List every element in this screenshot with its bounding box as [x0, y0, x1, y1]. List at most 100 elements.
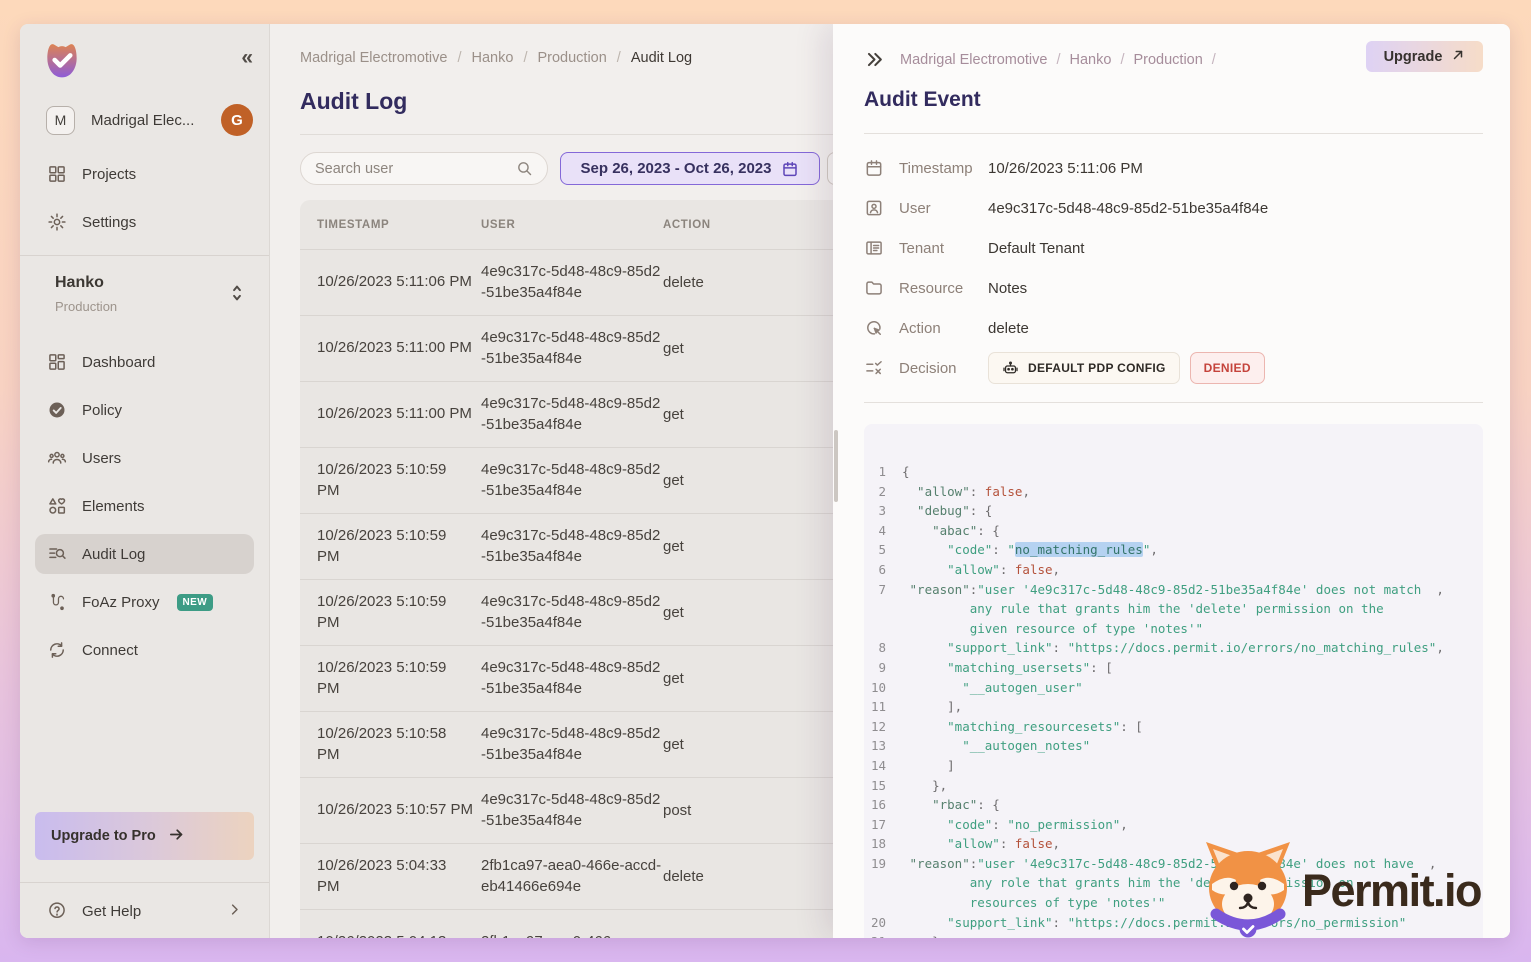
cell-timestamp: 10/26/2023 5:10:59 PM [300, 526, 481, 567]
sidebar-collapse-icon[interactable]: « [241, 46, 251, 70]
breadcrumb-item[interactable]: Audit Log [631, 50, 692, 66]
code-token: "rbac" [932, 797, 977, 812]
sidebar-item-elements[interactable]: Elements [35, 486, 254, 526]
code-token: : [1053, 640, 1068, 655]
line-number: 19 [864, 854, 902, 874]
sidebar-item-connect[interactable]: Connect [35, 630, 254, 670]
code-text: "matching_usersets": [ [902, 658, 1113, 678]
timestamp-text: 10/26/2023 5:10:59 PM [317, 593, 446, 630]
sidebar-item-label: Audit Log [82, 546, 145, 563]
line-number [864, 873, 902, 893]
code-token: "support_link" [947, 640, 1052, 655]
breadcrumb-item[interactable]: Production [537, 50, 606, 66]
line-number: 8 [864, 638, 902, 658]
code-token: : [992, 542, 1007, 557]
panel-scrollbar[interactable] [834, 430, 838, 502]
caret-updown-icon[interactable] [230, 284, 244, 307]
cell-user: 4e9c317c-5d48-48c9-85d2-51be35a4f84e [481, 328, 663, 369]
field-value: 10/26/2023 5:11:06 PM [988, 160, 1143, 177]
org-switcher[interactable]: M Madrigal Elec... G [46, 104, 253, 136]
code-token: , [1436, 640, 1444, 655]
field-label: Decision [899, 360, 988, 377]
code-line: any rule that grants him the 'delete' pe… [864, 599, 1483, 619]
code-token: "support_link" [947, 915, 1052, 930]
sidebar-item-label: Users [82, 450, 121, 467]
table-row[interactable]: 10/26/2023 5:10:59 PM4e9c317c-5d48-48c9-… [300, 580, 900, 646]
search-input[interactable]: Search user [300, 152, 548, 185]
line-number: 4 [864, 521, 902, 541]
new-badge: NEW [177, 594, 214, 611]
sidebar-item-foaz-proxy[interactable]: FoAz ProxyNEW [35, 582, 254, 622]
table-row[interactable]: 10/26/2023 5:11:00 PM4e9c317c-5d48-48c9-… [300, 382, 900, 448]
breadcrumb-item[interactable]: Hanko [1070, 52, 1112, 68]
line-number: 3 [864, 501, 902, 521]
audit-event-panel: Madrigal Electromotive/Hanko/Production/… [833, 24, 1510, 938]
sidebar-item-projects[interactable]: Projects [35, 154, 254, 194]
breadcrumb-separator: / [457, 50, 461, 66]
permit-io-watermark: Permit.io [1198, 836, 1481, 945]
table-row[interactable]: 10/26/2023 5:10:59 PM4e9c317c-5d48-48c9-… [300, 448, 900, 514]
code-token: given resource of type 'notes'" [970, 621, 1203, 636]
workspace-selector[interactable]: Hanko Production [55, 274, 254, 314]
field-value: 4e9c317c-5d48-48c9-85d2-51be35a4f84e [988, 200, 1268, 217]
upgrade-to-pro-button[interactable]: Upgrade to Pro [35, 812, 254, 860]
breadcrumb-item[interactable]: Production [1133, 52, 1202, 68]
table-row[interactable]: 10/26/2023 5:04:13 2fb1ca97-aea0-466e- [300, 910, 900, 938]
org-name: Madrigal Elec... [91, 112, 221, 129]
code-text: "support_link": "https://docs.permit.io/… [902, 638, 1444, 658]
date-range-picker[interactable]: Sep 26, 2023 - Oct 26, 2023 [560, 152, 820, 185]
arrow-right-icon [168, 826, 185, 847]
cell-timestamp: 10/26/2023 5:04:33 PM [300, 856, 481, 897]
cell-user: 4e9c317c-5d48-48c9-85d2-51be35a4f84e [481, 262, 663, 303]
field-label: Action [899, 320, 988, 337]
sidebar-item-dashboard[interactable]: Dashboard [35, 342, 254, 382]
cell-user: 4e9c317c-5d48-48c9-85d2-51be35a4f84e [481, 460, 663, 501]
code-token: : [1000, 562, 1015, 577]
cell-user: 4e9c317c-5d48-48c9-85d2-51be35a4f84e [481, 658, 663, 699]
sidebar-item-settings[interactable]: Settings [35, 202, 254, 242]
table-row[interactable]: 10/26/2023 5:11:00 PM4e9c317c-5d48-48c9-… [300, 316, 900, 382]
get-help-button[interactable]: Get Help [35, 891, 254, 931]
page-title: Audit Log [300, 88, 407, 115]
chip-label: DEFAULT PDP CONFIG [1028, 361, 1166, 375]
upgrade-button[interactable]: Upgrade [1366, 41, 1483, 72]
table-row[interactable]: 10/26/2023 5:11:06 PM4e9c317c-5d48-48c9-… [300, 250, 900, 316]
double-chevron-right-icon[interactable] [865, 50, 884, 69]
line-number: 14 [864, 756, 902, 776]
user-avatar[interactable]: G [221, 104, 253, 136]
sidebar-item-users[interactable]: Users [35, 438, 254, 478]
breadcrumb-item[interactable]: Hanko [472, 50, 514, 66]
table-row[interactable]: 10/26/2023 5:10:59 PM4e9c317c-5d48-48c9-… [300, 646, 900, 712]
code-token: false [985, 484, 1023, 499]
user-id-text: 2fb1ca97-aea0-466e- [481, 933, 624, 938]
cell-timestamp: 10/26/2023 5:10:59 PM [300, 658, 481, 699]
users-icon [47, 448, 67, 468]
table-row[interactable]: 10/26/2023 5:10:59 PM4e9c317c-5d48-48c9-… [300, 514, 900, 580]
table-row[interactable]: 10/26/2023 5:10:58 PM4e9c317c-5d48-48c9-… [300, 712, 900, 778]
timestamp-text: 10/26/2023 5:04:13 [317, 933, 446, 938]
code-token: ], [947, 699, 962, 714]
user-icon [864, 198, 884, 218]
field-row-timestamp: Timestamp10/26/2023 5:11:06 PM [864, 148, 1483, 188]
line-number: 7 [864, 580, 902, 600]
code-text: "debug": { [902, 501, 992, 521]
cell-user: 2fb1ca97-aea0-466e-accd-eb41466e694e [481, 856, 663, 897]
line-number: 12 [864, 717, 902, 737]
user-id-text: 4e9c317c-5d48-48c9-85d2-51be35a4f84e [481, 725, 660, 762]
column-header-user: USER [481, 219, 663, 231]
code-token: "__autogen_user" [962, 680, 1082, 695]
user-id-text: 4e9c317c-5d48-48c9-85d2-51be35a4f84e [481, 395, 660, 432]
breadcrumb-separator: / [1056, 52, 1060, 68]
code-token: : [ [1090, 660, 1113, 675]
sidebar-item-audit-log[interactable]: Audit Log [35, 534, 254, 574]
field-value: Default Tenant [988, 240, 1084, 257]
sidebar-item-policy[interactable]: Policy [35, 390, 254, 430]
help-icon [47, 901, 67, 921]
table-row[interactable]: 10/26/2023 5:04:33 PM2fb1ca97-aea0-466e-… [300, 844, 900, 910]
breadcrumb-item[interactable]: Madrigal Electromotive [300, 50, 447, 66]
project-name: Hanko [55, 274, 254, 292]
table-row[interactable]: 10/26/2023 5:10:57 PM4e9c317c-5d48-48c9-… [300, 778, 900, 844]
breadcrumb-item[interactable]: Madrigal Electromotive [900, 52, 1047, 68]
sidebar-item-label: Settings [82, 214, 136, 231]
line-number: 16 [864, 795, 902, 815]
